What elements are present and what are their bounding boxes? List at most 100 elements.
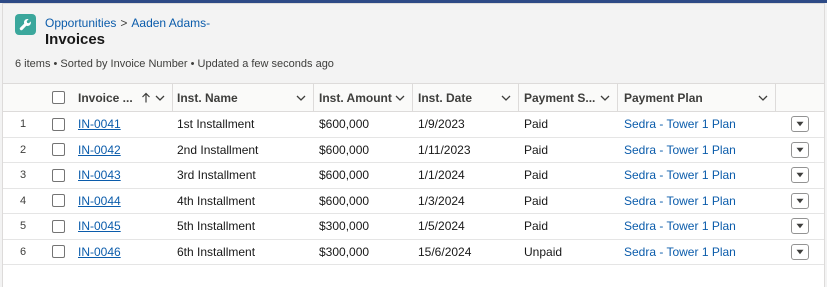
invoice-link[interactable]: IN-0045 [78, 219, 121, 233]
row-actions-button[interactable] [791, 218, 809, 235]
breadcrumb-separator: > [120, 16, 128, 30]
invoice-cell: IN-0043 [73, 163, 173, 188]
payment-status-cell: Paid [524, 193, 549, 208]
chevron-down-icon[interactable] [154, 92, 166, 104]
inst-name-cell: 6th Installment [177, 244, 256, 259]
row-select-cell [43, 163, 73, 188]
payment-plan-link[interactable]: Sedra - Tower 1 Plan [624, 194, 736, 208]
row-number: 3 [19, 169, 27, 182]
payment-plan-link[interactable]: Sedra - Tower 1 Plan [624, 117, 736, 131]
row-checkbox[interactable] [51, 245, 65, 259]
invoice-link[interactable]: IN-0042 [78, 143, 121, 157]
payment-plan-cell: Sedra - Tower 1 Plan [618, 112, 776, 137]
column-header-inst-amount[interactable]: Inst. Amount [314, 84, 413, 111]
row-actions-cell [776, 112, 824, 137]
invoices-table: Invoice ... Inst. Name Inst. Amount Inst… [3, 84, 824, 265]
dropdown-arrow-icon [796, 147, 804, 152]
row-actions-button[interactable] [791, 141, 809, 158]
table-row: 1 IN-0041 1st Installment $600,000 1/9/2… [3, 112, 824, 138]
invoice-link[interactable]: IN-0041 [78, 117, 121, 131]
chevron-down-icon[interactable] [757, 92, 769, 104]
breadcrumb-record[interactable]: Aaden Adams- [131, 16, 210, 30]
chevron-down-icon[interactable] [295, 92, 307, 104]
row-actions-cell [776, 240, 824, 265]
row-checkbox[interactable] [51, 143, 65, 157]
column-header-inst-name[interactable]: Inst. Name [173, 84, 314, 111]
row-actions-button[interactable] [791, 116, 809, 133]
column-header-payment-plan[interactable]: Payment Plan [618, 84, 776, 111]
table-row: 5 IN-0045 5th Installment $300,000 1/5/2… [3, 214, 824, 240]
row-checkbox[interactable] [51, 117, 65, 131]
row-number: 1 [19, 118, 27, 131]
invoice-link[interactable]: IN-0044 [78, 194, 121, 208]
sort-ascending-icon [142, 92, 150, 103]
invoice-link[interactable]: IN-0043 [78, 168, 121, 182]
row-select-cell [43, 138, 73, 163]
row-select-cell [43, 112, 73, 137]
column-header-inst-date[interactable]: Inst. Date [413, 84, 519, 111]
row-actions-cell [776, 189, 824, 214]
table-row: 2 IN-0042 2nd Installment $600,000 1/11/… [3, 137, 824, 163]
row-select-cell [43, 189, 73, 214]
inst-amount-cell: $300,000 [319, 244, 370, 259]
chevron-down-icon[interactable] [599, 92, 611, 104]
select-all-cell [43, 84, 73, 111]
page-title: Invoices [45, 31, 106, 48]
inst-name-cell: 5th Installment [177, 219, 256, 234]
invoice-cell: IN-0044 [73, 189, 173, 214]
wrench-icon [15, 14, 36, 35]
column-label: Inst. Name [177, 90, 238, 105]
row-number: 5 [19, 220, 27, 233]
row-actions-cell [776, 214, 824, 239]
payment-plan-cell: Sedra - Tower 1 Plan [618, 138, 776, 163]
select-all-checkbox[interactable] [51, 91, 65, 104]
column-label: Payment Plan [624, 90, 703, 105]
breadcrumb-opportunities[interactable]: Opportunities [45, 16, 116, 30]
payment-plan-cell: Sedra - Tower 1 Plan [618, 189, 776, 214]
inst-name-cell: 3rd Installment [177, 168, 256, 183]
payment-status-cell: Paid [524, 219, 549, 234]
chevron-down-icon[interactable] [500, 92, 512, 104]
row-number: 6 [19, 245, 27, 258]
row-checkbox[interactable] [51, 219, 65, 233]
inst-date-cell: 1/11/2023 [418, 142, 471, 157]
column-label: Inst. Date [418, 90, 473, 105]
invoice-cell: IN-0042 [73, 138, 173, 163]
payment-plan-link[interactable]: Sedra - Tower 1 Plan [624, 245, 736, 259]
list-header: Opportunities > Aaden Adams- Invoices 6 it… [3, 4, 824, 84]
invoice-link[interactable]: IN-0046 [78, 245, 121, 259]
invoice-cell: IN-0046 [73, 240, 173, 265]
list-status: 6 items • Sorted by Invoice Number • Upd… [15, 58, 334, 70]
dropdown-arrow-icon [796, 198, 804, 203]
row-checkbox[interactable] [51, 168, 65, 182]
inst-amount-cell: $600,000 [319, 117, 370, 132]
table-row: 6 IN-0046 6th Installment $300,000 15/6/… [3, 239, 824, 265]
inst-amount-cell: $600,000 [319, 193, 370, 208]
related-list-card: Opportunities > Aaden Adams- Invoices 6 it… [2, 3, 825, 287]
row-number: 2 [19, 143, 27, 156]
inst-amount-cell: $600,000 [319, 168, 370, 183]
row-select-cell [43, 214, 73, 239]
payment-status-cell: Paid [524, 117, 549, 132]
column-header-invoice[interactable]: Invoice ... [73, 84, 173, 111]
table-row: 3 IN-0043 3rd Installment $600,000 1/1/2… [3, 163, 824, 189]
row-select-cell [43, 240, 73, 265]
payment-plan-link[interactable]: Sedra - Tower 1 Plan [624, 168, 736, 182]
column-header-payment-status[interactable]: Payment S... [519, 84, 618, 111]
invoice-cell: IN-0041 [73, 112, 173, 137]
inst-date-cell: 1/3/2024 [418, 193, 465, 208]
payment-plan-link[interactable]: Sedra - Tower 1 Plan [624, 143, 736, 157]
row-actions-button[interactable] [791, 243, 809, 260]
payment-plan-link[interactable]: Sedra - Tower 1 Plan [624, 219, 736, 233]
row-actions-button[interactable] [791, 192, 809, 209]
row-actions-cell [776, 138, 824, 163]
chevron-down-icon[interactable] [394, 92, 406, 104]
breadcrumb: Opportunities > Aaden Adams- [45, 16, 210, 30]
inst-date-cell: 15/6/2024 [418, 244, 472, 259]
payment-plan-cell: Sedra - Tower 1 Plan [618, 163, 776, 188]
payment-plan-cell: Sedra - Tower 1 Plan [618, 214, 776, 239]
actions-header [776, 84, 824, 111]
row-checkbox[interactable] [51, 194, 65, 208]
inst-amount-cell: $600,000 [319, 142, 370, 157]
row-actions-button[interactable] [791, 167, 809, 184]
